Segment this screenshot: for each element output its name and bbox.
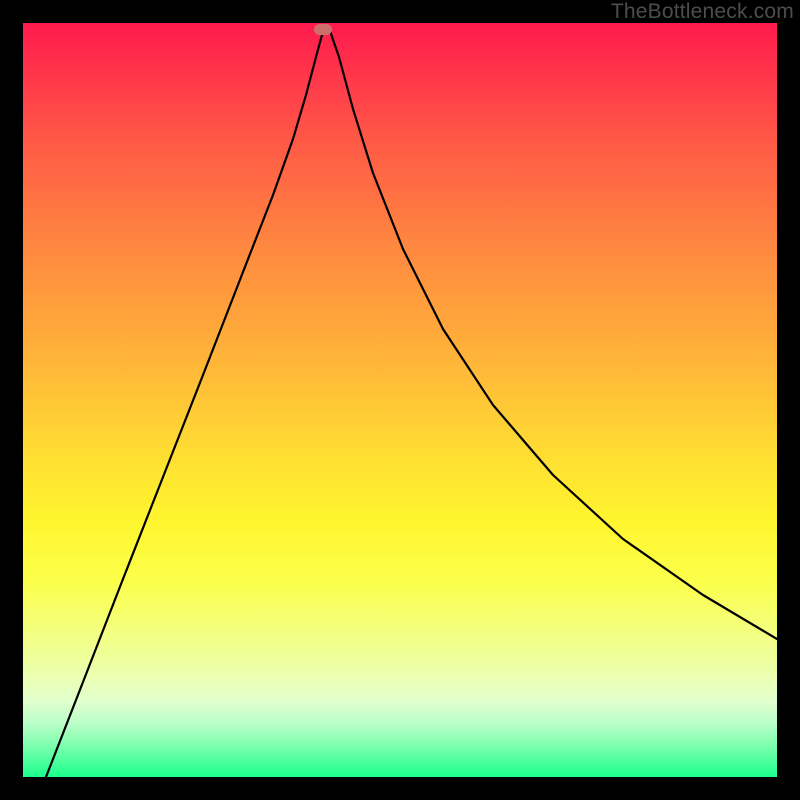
- chart-plot-area: [23, 23, 777, 777]
- optimal-point-marker: [314, 24, 332, 35]
- watermark-text: TheBottleneck.com: [611, 0, 794, 24]
- bottleneck-curve: [23, 23, 777, 777]
